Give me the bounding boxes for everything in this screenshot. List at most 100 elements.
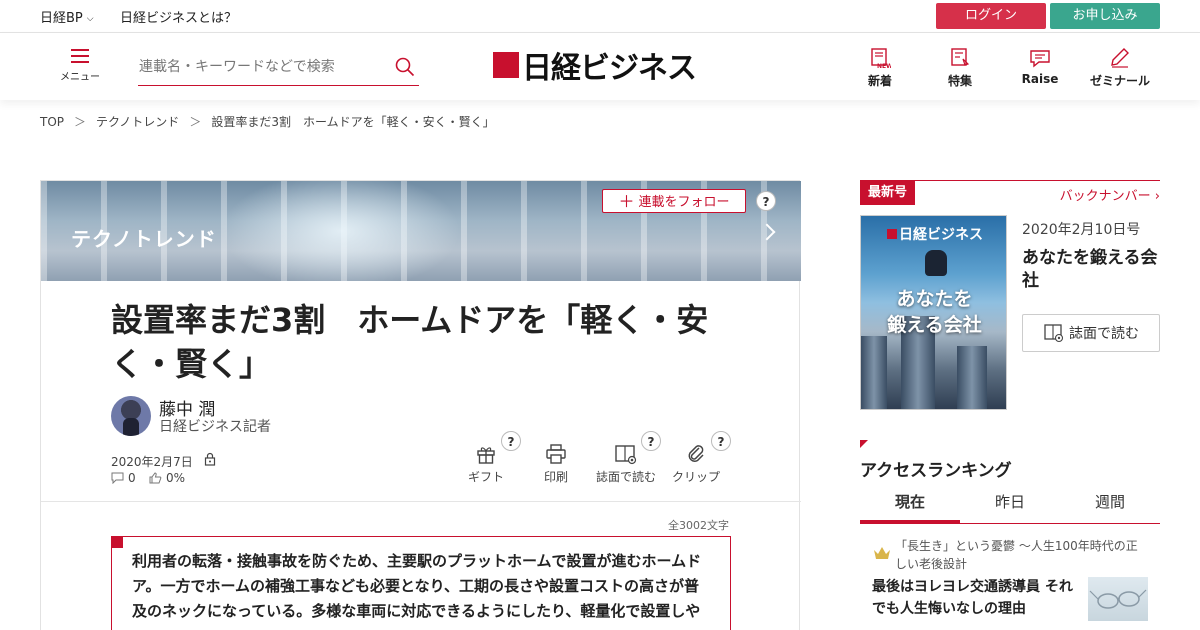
issue-title[interactable]: あなたを鍛える会社 xyxy=(1022,247,1160,293)
breadcrumb-top[interactable]: TOP xyxy=(40,115,64,129)
tab-weekly[interactable]: 週間 xyxy=(1060,490,1160,523)
read-magazine-label: 誌面で読む xyxy=(595,470,656,484)
feature-icon xyxy=(951,48,970,66)
chevron-right-icon: › xyxy=(1154,189,1160,204)
cover-title: あなたを 鍛える会社 xyxy=(861,286,1006,338)
lock-icon xyxy=(204,452,216,466)
nav-raise[interactable]: Raise xyxy=(1000,47,1080,86)
comment-icon xyxy=(111,472,124,484)
search-box xyxy=(138,52,419,86)
logo-text: 日経ビジネス xyxy=(522,51,697,86)
breadcrumb-current: 設置率まだ3割 ホームドアを「軽く・安く・賢く」 xyxy=(211,115,495,129)
thumbs-up-icon xyxy=(149,472,162,484)
like-rate-value: 0% xyxy=(166,471,186,485)
read-issue-button[interactable]: 誌面で読む xyxy=(1022,314,1160,352)
logo-mark xyxy=(493,52,519,78)
nav-raise-label: Raise xyxy=(1021,72,1059,86)
gift-icon xyxy=(477,447,495,464)
divider xyxy=(41,501,801,502)
ranking-item-series[interactable]: 「長生き」という憂鬱 ～人生100年時代の正しい老後設計 xyxy=(895,537,1145,573)
print-button[interactable]: 印刷 xyxy=(521,443,591,485)
new-icon: NEW xyxy=(871,48,891,69)
site-logo[interactable]: 日経ビジネス xyxy=(493,45,697,86)
svg-text:NEW: NEW xyxy=(877,63,891,69)
nav-feature[interactable]: 特集 xyxy=(920,47,1000,89)
latest-issue-tag: 最新号 xyxy=(860,181,916,205)
banner-image xyxy=(221,181,461,281)
word-count: 全3002文字 xyxy=(668,519,729,532)
follow-help-icon[interactable]: ? xyxy=(756,191,776,211)
nav-new-label: 新着 xyxy=(867,74,892,88)
article-title: 設置率まだ3割 ホームドアを「軽く・安く・賢く」 xyxy=(111,301,709,383)
nikkei-bp-menu[interactable]: 日経BP ⌵ xyxy=(40,7,94,26)
comment-count[interactable]: 0 xyxy=(111,471,136,485)
print-label: 印刷 xyxy=(543,470,568,484)
ranking-marker xyxy=(860,440,868,448)
series-title: テクノトレンド xyxy=(71,227,217,251)
back-numbers-label: バックナンバー xyxy=(1059,189,1151,204)
menu-button[interactable]: メニュー xyxy=(58,49,102,83)
cover-figure xyxy=(925,250,947,276)
magazine-icon xyxy=(1044,324,1064,343)
login-button[interactable]: ログイン xyxy=(936,3,1046,29)
menu-label: メニュー xyxy=(60,72,100,83)
magazine-icon xyxy=(615,445,637,465)
breadcrumb-series[interactable]: テクノトレンド xyxy=(96,115,179,129)
follow-series-button[interactable]: ＋連載をフォロー xyxy=(602,189,746,213)
clip-label: クリップ xyxy=(671,470,720,484)
magazine-cover[interactable]: 日経ビジネス あなたを 鍛える会社 xyxy=(860,215,1007,410)
chevron-down-icon: ⌵ xyxy=(86,14,94,24)
nav-seminar[interactable]: ゼミナール xyxy=(1080,47,1160,89)
breadcrumb: TOP ＞ テクノトレンド ＞ 設置率まだ3割 ホームドアを「軽く・安く・賢く」 xyxy=(40,113,505,130)
follow-label: 連載をフォロー xyxy=(638,195,730,210)
lead-line: 利用者の転落・接触事故を防ぐため、主要駅のプラットホームで設置が進むホームド xyxy=(132,552,702,570)
seminar-icon xyxy=(1111,48,1129,68)
hamburger-icon xyxy=(71,49,89,63)
article-card: テクノトレンド ＋連載をフォロー ? 設置率まだ3割 ホームドアを「軽く・安く・… xyxy=(40,180,801,630)
cover-title-line: あなたを xyxy=(896,288,973,310)
read-issue-label: 誌面で読む xyxy=(1069,326,1139,342)
back-numbers-link[interactable]: バックナンバー › xyxy=(1060,185,1160,204)
article-lead: 利用者の転落・接触事故を防ぐため、主要駅のプラットホームで設置が進むホームド ア… xyxy=(111,536,731,630)
gift-help-icon[interactable]: ? xyxy=(501,431,521,451)
author-avatar[interactable] xyxy=(111,396,151,436)
issue-date: 2020年2月10日号 xyxy=(1022,222,1141,238)
lead-line: ア。一方でホームの補強工事なども必要となり、工期の長さや設置コストの高さが普 xyxy=(132,577,700,595)
cover-title-line: 鍛える会社 xyxy=(887,314,982,336)
cover-building xyxy=(957,346,987,409)
site-header: メニュー 日経ビジネス NEW 新着 特集 Raise ゼミナール xyxy=(0,33,1200,100)
glasses-icon xyxy=(1089,589,1147,609)
clip-icon xyxy=(688,445,704,462)
nav-seminar-label: ゼミナール xyxy=(1089,74,1150,88)
publish-date: 2020年2月7日 xyxy=(111,455,193,469)
comment-count-value: 0 xyxy=(128,471,136,485)
ranking-tabs: 現在 昨日 週間 xyxy=(860,490,1160,524)
ranking-title: アクセスランキング xyxy=(860,461,1012,481)
about-link[interactable]: 日経ビジネスとは？ xyxy=(120,7,237,26)
tab-yesterday[interactable]: 昨日 xyxy=(960,490,1060,523)
gift-label: ギフト xyxy=(467,470,504,484)
tab-now[interactable]: 現在 xyxy=(860,490,960,523)
breadcrumb-separator: ＞ xyxy=(74,115,87,129)
magazine-help-icon[interactable]: ? xyxy=(641,431,661,451)
lead-line: 及のネックになっている。多様な車両に対応できるようにしたり、軽量化で設置しや xyxy=(132,602,701,620)
cover-logo: 日経ビジネス xyxy=(887,224,983,244)
search-input[interactable] xyxy=(138,52,378,82)
brand-label: 日経BP xyxy=(40,11,83,26)
signup-button[interactable]: お申し込み xyxy=(1050,3,1160,29)
search-icon[interactable] xyxy=(395,57,415,81)
top-bar: 日経BP ⌵ 日経ビジネスとは？ ログイン お申し込み xyxy=(0,0,1200,33)
like-rate[interactable]: 0% xyxy=(149,471,185,485)
clip-help-icon[interactable]: ? xyxy=(711,431,731,451)
breadcrumb-separator: ＞ xyxy=(189,115,202,129)
latest-issue-header: 最新号 バックナンバー › xyxy=(860,180,1160,205)
raise-icon xyxy=(1030,50,1050,68)
chevron-right-icon xyxy=(758,223,776,241)
author-role: 日経ビジネス記者 xyxy=(159,419,271,435)
ranking-thumbnail[interactable] xyxy=(1088,577,1148,621)
nav-new[interactable]: NEW 新着 xyxy=(840,47,920,89)
crown-icon xyxy=(874,547,890,559)
ranking-item-title[interactable]: 最後はヨレヨレ交通誘導員 それでも人生悔いなしの理由 xyxy=(872,576,1082,620)
print-icon xyxy=(546,444,566,464)
cover-building xyxy=(861,336,887,409)
